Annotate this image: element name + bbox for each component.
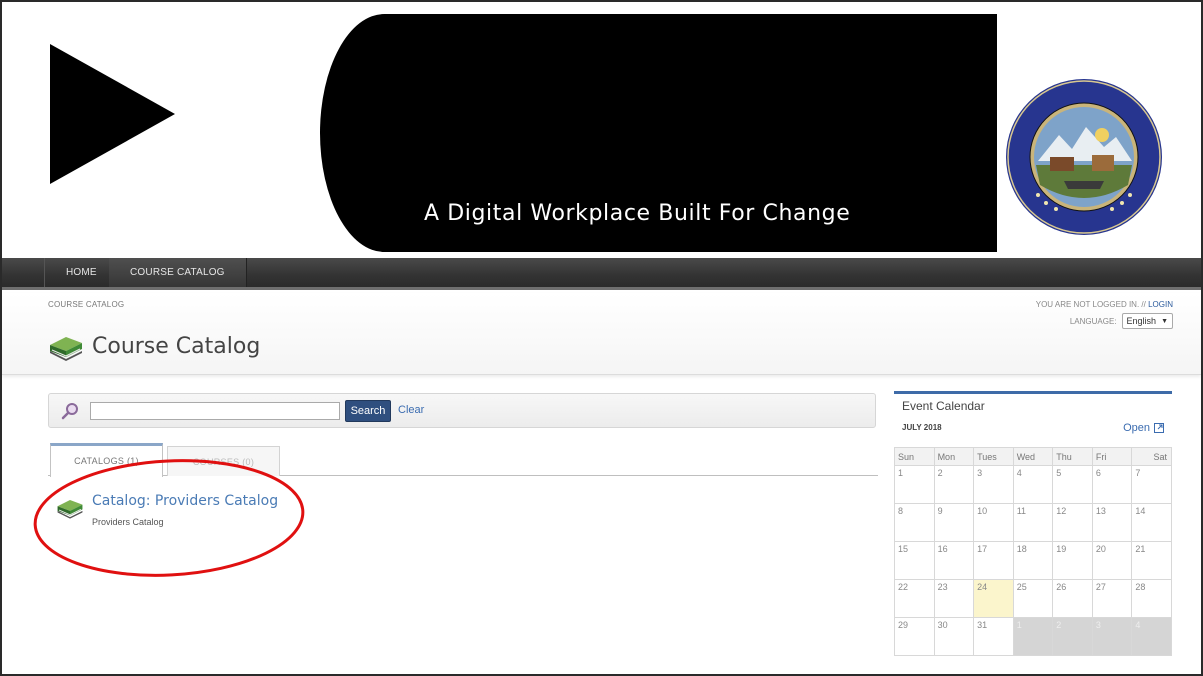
- calendar-weekday-row: Sun Mon Tues Wed Thu Fri Sat: [894, 447, 1172, 466]
- calendar-day[interactable]: 23: [933, 579, 975, 618]
- calendar-day[interactable]: 18: [1012, 541, 1054, 580]
- calendar-day-next-month: 2: [1052, 617, 1093, 656]
- external-link-icon: [1154, 423, 1164, 433]
- nevada-state-seal-icon: [1006, 79, 1162, 235]
- calendar-day-next-month: 3: [1091, 617, 1133, 656]
- search-button[interactable]: Search: [345, 400, 391, 422]
- weekday-header: Sun: [894, 447, 935, 466]
- calendar-open-label: Open: [1123, 422, 1150, 434]
- calendar-day[interactable]: 26: [1052, 579, 1093, 618]
- calendar-day[interactable]: 5: [1052, 465, 1093, 504]
- calendar-week-row: 8 9 10 11 12 13 14: [894, 503, 1172, 542]
- event-calendar: Event Calendar JULY 2018 Open Sun Mon Tu…: [894, 391, 1172, 657]
- calendar-day[interactable]: 19: [1052, 541, 1093, 580]
- calendar-day[interactable]: 14: [1131, 503, 1172, 542]
- calendar-day[interactable]: 7: [1131, 465, 1172, 504]
- weekday-header: Wed: [1012, 447, 1054, 466]
- browser-frame: A Digital Workplace Built For Change HOM…: [0, 0, 1203, 676]
- calendar-week-row: 29 30 31 1 2 3 4: [894, 617, 1172, 656]
- search-input[interactable]: [90, 402, 340, 420]
- calendar-month: JULY 2018: [902, 423, 942, 432]
- calendar-day[interactable]: 8: [894, 503, 935, 542]
- calendar-day[interactable]: 10: [973, 503, 1014, 542]
- language-label: LANGUAGE:: [1069, 316, 1117, 326]
- calendar-day[interactable]: 12: [1052, 503, 1093, 542]
- weekday-header: Tues: [973, 447, 1014, 466]
- weekday-header: Mon: [933, 447, 975, 466]
- calendar-open-link[interactable]: Open: [1123, 422, 1164, 434]
- search-bar: Search Clear: [48, 393, 876, 428]
- page-title: Course Catalog: [92, 333, 261, 359]
- language-value: English: [1126, 316, 1157, 326]
- login-status: YOU ARE NOT LOGGED IN. // LOGIN: [1036, 300, 1173, 309]
- calendar-day[interactable]: 9: [933, 503, 975, 542]
- calendar-day[interactable]: 22: [894, 579, 935, 618]
- calendar-day[interactable]: 17: [973, 541, 1014, 580]
- search-magnifier-icon: [61, 403, 78, 420]
- weekday-header: Thu: [1052, 447, 1093, 466]
- login-link[interactable]: LOGIN: [1148, 300, 1173, 309]
- language-select[interactable]: English ▼: [1121, 313, 1173, 329]
- nav-home-link[interactable]: HOME: [44, 258, 119, 287]
- calendar-day[interactable]: 25: [1012, 579, 1054, 618]
- calendar-day[interactable]: 6: [1091, 465, 1133, 504]
- calendar-week-row: 22 23 24 25 26 27 28: [894, 579, 1172, 618]
- calendar-grid: Sun Mon Tues Wed Thu Fri Sat 1 2 3 4 5 6: [894, 447, 1172, 656]
- calendar-week-row: 15 16 17 18 19 20 21: [894, 541, 1172, 580]
- clear-link[interactable]: Clear: [398, 404, 424, 416]
- play-icon: [50, 44, 175, 184]
- weekday-header: Sat: [1131, 447, 1172, 466]
- calendar-day-next-month: 4: [1131, 617, 1172, 656]
- calendar-day[interactable]: 11: [1012, 503, 1054, 542]
- nav-course-catalog-link[interactable]: COURSE CATALOG: [109, 258, 247, 287]
- calendar-day[interactable]: 1: [894, 465, 935, 504]
- login-status-text: YOU ARE NOT LOGGED IN. //: [1035, 300, 1146, 309]
- calendar-day[interactable]: 31: [973, 617, 1014, 656]
- calendar-day[interactable]: 27: [1091, 579, 1133, 618]
- calendar-day-next-month: 1: [1012, 617, 1054, 656]
- banner-tagline: A Digital Workplace Built For Change: [424, 201, 851, 226]
- page-title-wrap: Course Catalog: [48, 331, 260, 361]
- calendar-header: Event Calendar JULY 2018 Open: [894, 391, 1172, 434]
- main-navbar: HOME COURSE CATALOG: [2, 258, 1201, 290]
- breadcrumb[interactable]: COURSE CATALOG: [48, 300, 124, 309]
- calendar-title: Event Calendar: [902, 399, 985, 413]
- calendar-day[interactable]: 16: [933, 541, 975, 580]
- language-selector-row: LANGUAGE: English ▼: [1070, 313, 1173, 329]
- calendar-day[interactable]: 29: [894, 617, 935, 656]
- page-header: COURSE CATALOG YOU ARE NOT LOGGED IN. //…: [2, 293, 1201, 375]
- calendar-day[interactable]: 13: [1091, 503, 1133, 542]
- calendar-day[interactable]: 20: [1091, 541, 1133, 580]
- calendar-day[interactable]: 2: [933, 465, 975, 504]
- books-icon: [50, 337, 82, 361]
- header-banner: A Digital Workplace Built For Change: [2, 2, 1201, 257]
- calendar-week-row: 1 2 3 4 5 6 7: [894, 465, 1172, 504]
- highlight-ellipse: [33, 459, 305, 577]
- calendar-day[interactable]: 30: [933, 617, 975, 656]
- calendar-day[interactable]: 28: [1131, 579, 1172, 618]
- weekday-header: Fri: [1091, 447, 1133, 466]
- calendar-day[interactable]: 15: [894, 541, 935, 580]
- calendar-day[interactable]: 4: [1012, 465, 1054, 504]
- calendar-day-today[interactable]: 24: [973, 579, 1014, 618]
- dropdown-arrow-icon: ▼: [1161, 317, 1168, 325]
- calendar-day[interactable]: 3: [973, 465, 1014, 504]
- calendar-day[interactable]: 21: [1131, 541, 1172, 580]
